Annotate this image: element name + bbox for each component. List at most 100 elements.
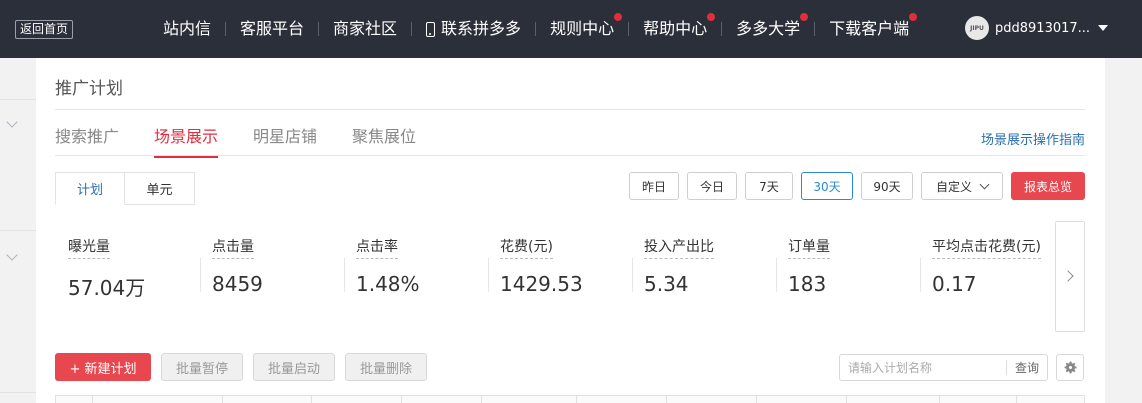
- username: pdd8913017...: [995, 20, 1091, 36]
- nav-item-label: 帮助中心: [643, 19, 708, 38]
- chevron-right-icon: [1062, 270, 1074, 282]
- nav-item[interactable]: 客服平台: [226, 19, 318, 39]
- level-subtabs: 计划 单元: [55, 172, 195, 205]
- user-menu[interactable]: JIPU pdd8913017...: [965, 16, 1109, 40]
- table-column-divider: [939, 396, 940, 403]
- caret-down-icon: [1098, 25, 1109, 31]
- batch-start-button[interactable]: 批量启动: [253, 353, 335, 381]
- top-nav-menu: 站内信 客服平台 商家社区 联系拼多多 规则中心 帮助中心 多多大学 下载客户端: [149, 0, 923, 58]
- tabs-divider: [55, 155, 1085, 156]
- metrics-next-button[interactable]: [1055, 221, 1085, 332]
- nav-item[interactable]: 规则中心: [536, 13, 628, 39]
- metric-label: 花费(元): [500, 236, 553, 259]
- metric-label: 点击率: [356, 236, 398, 259]
- subtab-0[interactable]: 计划: [55, 172, 125, 205]
- nav-item-label: 下载客户端: [829, 19, 910, 38]
- table-column-divider: [481, 396, 482, 403]
- batch-pause-button[interactable]: 批量暂停: [161, 353, 243, 381]
- nav-item-label: 规则中心: [550, 19, 615, 38]
- nav-item[interactable]: 联系拼多多: [412, 19, 535, 39]
- operation-guide-link[interactable]: 场景展示操作指南: [981, 129, 1085, 148]
- nav-item-label: 客服平台: [240, 19, 305, 38]
- metric-divider: [632, 258, 633, 292]
- notification-dot: [614, 13, 623, 21]
- metric-value: 8459: [212, 272, 263, 296]
- back-to-home-button[interactable]: 返回首页: [15, 20, 74, 39]
- table-column-divider: [846, 396, 847, 403]
- custom-range-dropdown[interactable]: 自定义: [921, 172, 1003, 200]
- metric-card[interactable]: 花费(元) 1429.53: [487, 228, 631, 298]
- chevron-down-icon[interactable]: [6, 116, 18, 128]
- table-column-divider: [576, 396, 577, 403]
- metric-value: 183: [788, 272, 827, 296]
- date-range-button[interactable]: 30天: [801, 172, 853, 200]
- search-button[interactable]: 查询: [1007, 355, 1047, 380]
- date-range-button[interactable]: 7天: [745, 172, 793, 200]
- sidebar-divider: [0, 99, 36, 100]
- nav-item[interactable]: 站内信: [149, 19, 225, 39]
- notification-dot: [909, 13, 918, 21]
- metric-value: 1.48%: [356, 272, 420, 296]
- promotion-plan-panel: 推广计划 搜索推广 场景展示 明星店铺 聚焦展位 场景展示操作指南 计划 单元 昨日 今日…: [36, 58, 1105, 403]
- metric-divider: [920, 258, 921, 292]
- sidebar-divider: [0, 230, 36, 231]
- metrics-summary: 曝光量 57.04万 点击量 8459 点击率 1.48% 花费(元) 1429.53 投入产出…: [55, 228, 1055, 300]
- table-column-divider: [92, 396, 93, 403]
- gear-icon: [1064, 361, 1076, 374]
- table-column-divider: [311, 396, 312, 403]
- tab-3[interactable]: 聚焦展位: [352, 123, 416, 158]
- tab-1[interactable]: 场景展示: [154, 123, 219, 158]
- nav-item-label: 多多大学: [736, 19, 801, 38]
- metric-label: 投入产出比: [644, 236, 714, 259]
- plan-name-search-input[interactable]: [840, 355, 1006, 380]
- metric-card[interactable]: 点击量 8459: [199, 228, 343, 298]
- chevron-down-icon[interactable]: [6, 249, 18, 261]
- metric-label: 订单量: [788, 236, 830, 259]
- phone-icon: [426, 21, 436, 37]
- nav-item-label: 商家社区: [333, 19, 398, 38]
- metric-card[interactable]: 订单量 183: [775, 228, 919, 298]
- nav-item-label: 联系拼多多: [441, 19, 522, 38]
- chevron-down-icon: [979, 179, 990, 189]
- metric-card[interactable]: 点击率 1.48%: [343, 228, 487, 298]
- metric-divider: [200, 258, 201, 292]
- left-sidebar-collapsed: [0, 58, 36, 403]
- table-column-divider: [401, 396, 402, 403]
- report-overview-button[interactable]: 报表总览: [1011, 172, 1085, 200]
- nav-item[interactable]: 多多大学: [722, 13, 814, 39]
- metric-label: 点击量: [212, 236, 254, 259]
- table-column-divider: [222, 396, 223, 403]
- subtab-1[interactable]: 单元: [125, 172, 195, 205]
- table-column-divider: [1016, 396, 1017, 403]
- avatar: JIPU: [965, 16, 989, 40]
- batch-delete-button[interactable]: 批量删除: [345, 353, 427, 381]
- promotion-type-tabs: 搜索推广 场景展示 明星店铺 聚焦展位: [55, 123, 451, 158]
- date-range-button[interactable]: 90天: [861, 172, 913, 200]
- tab-0[interactable]: 搜索推广: [55, 123, 119, 158]
- metric-label: 曝光量: [68, 236, 110, 259]
- nav-item[interactable]: 下载客户端: [815, 13, 923, 39]
- date-range-button[interactable]: 昨日: [629, 172, 679, 200]
- sidebar-divider: [0, 392, 36, 393]
- metric-card[interactable]: 平均点击花费(元) 0.17: [919, 228, 1063, 298]
- metric-card[interactable]: 曝光量 57.04万: [55, 228, 199, 300]
- metric-divider: [344, 258, 345, 292]
- column-settings-button[interactable]: [1056, 354, 1084, 381]
- plan-table-header: [55, 395, 1085, 403]
- metric-value: 57.04万: [68, 276, 146, 300]
- metric-divider: [776, 258, 777, 292]
- metric-divider: [488, 258, 489, 292]
- title-divider: [55, 109, 1085, 110]
- page-title: 推广计划: [55, 79, 123, 99]
- notification-dot: [707, 13, 716, 21]
- table-column-divider: [756, 396, 757, 403]
- tab-2[interactable]: 明星店铺: [253, 123, 317, 158]
- metric-label: 平均点击花费(元): [932, 236, 1041, 259]
- notification-dot: [800, 13, 809, 21]
- plan-search-box: 查询: [839, 354, 1048, 381]
- metric-card[interactable]: 投入产出比 5.34: [631, 228, 775, 298]
- nav-item[interactable]: 商家社区: [319, 19, 411, 39]
- date-range-button[interactable]: 今日: [687, 172, 737, 200]
- nav-item[interactable]: 帮助中心: [629, 13, 721, 39]
- new-plan-button[interactable]: + 新建计划: [55, 353, 151, 381]
